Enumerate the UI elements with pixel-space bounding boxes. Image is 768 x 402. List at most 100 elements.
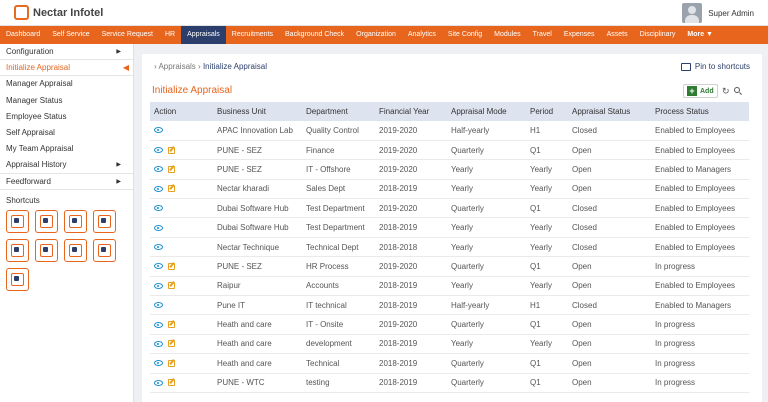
pin-to-shortcuts-button[interactable]: Pin to shortcuts [680, 62, 750, 71]
page-title: Initialize Appraisal [152, 85, 233, 96]
table-cell: development [302, 334, 375, 355]
table-row: Raipur Accounts 2018-2019 Yearly Yearly Open E… [150, 276, 749, 297]
shortcut-button[interactable] [6, 238, 29, 262]
nav-item-appraisals[interactable]: Appraisals [181, 26, 226, 44]
sidebar-item-appraisal-history[interactable]: Appraisal History ▶ [0, 157, 133, 174]
shortcut-button[interactable] [35, 209, 58, 233]
nav-item-background-check[interactable]: Background Check [279, 26, 350, 44]
shortcuts-grid [0, 209, 133, 291]
add-button[interactable]: + Add [683, 84, 718, 98]
column-header-business-unit[interactable]: Business Unit [213, 102, 302, 121]
view-icon[interactable] [154, 379, 163, 386]
table-cell: 2019-2020 [375, 121, 447, 141]
table-cell: Yearly [526, 334, 568, 355]
table-cell: 2018-2019 [375, 179, 447, 200]
table-cell: Open [568, 159, 651, 180]
edit-icon[interactable] [168, 379, 175, 387]
table-cell: Quality Control [302, 121, 375, 141]
nav-more-button[interactable]: More ▼ [681, 26, 719, 44]
action-cell [150, 198, 213, 219]
nav-item-hr[interactable]: HR [159, 26, 181, 44]
table-cell: 2018-2019 [375, 217, 447, 238]
nav-item-dashboard[interactable]: Dashboard [0, 26, 46, 44]
top-nav: Dashboard Self Service Service Request HR Ap… [0, 26, 768, 44]
nav-item-disciplinary[interactable]: Disciplinary [634, 26, 682, 44]
shortcut-button[interactable] [6, 209, 29, 233]
edit-icon[interactable] [168, 146, 175, 154]
view-icon[interactable] [154, 205, 163, 212]
action-cell [150, 217, 213, 238]
sidebar-item-self-appraisal[interactable]: Self Appraisal [0, 125, 133, 141]
view-icon[interactable] [154, 185, 163, 192]
table-cell: Closed [568, 217, 651, 238]
nav-item-expenses[interactable]: Expenses [558, 26, 601, 44]
edit-icon[interactable] [168, 359, 175, 367]
column-header-department[interactable]: Department [302, 102, 375, 121]
nav-item-self-service[interactable]: Self Service [46, 26, 95, 44]
row-actions [154, 146, 213, 154]
column-header-financial-year[interactable]: Financial Year [375, 102, 447, 121]
sidebar-item-feedforward[interactable]: Feedforward ▶ [0, 174, 133, 190]
shortcut-button[interactable] [6, 267, 29, 291]
view-icon[interactable] [154, 263, 163, 270]
boxes-icon [69, 214, 82, 228]
sidebar-item-my-team-appraisal[interactable]: My Team Appraisal [0, 141, 133, 157]
table-cell: In progress [651, 314, 749, 335]
team-icon [98, 214, 111, 228]
shortcut-button[interactable] [35, 238, 58, 262]
view-icon[interactable] [154, 360, 163, 367]
column-header-appraisal-mode[interactable]: Appraisal Mode [447, 102, 526, 121]
column-header-period[interactable]: Period [526, 102, 568, 121]
view-icon[interactable] [154, 147, 163, 154]
sidebar-item-manager-appraisal[interactable]: Manager Appraisal [0, 76, 133, 92]
table-cell: testing [302, 373, 375, 393]
edit-icon[interactable] [168, 321, 175, 329]
table-cell: 2019-2020 [375, 256, 447, 277]
view-icon[interactable] [154, 302, 163, 309]
view-icon[interactable] [154, 224, 163, 231]
shortcut-button[interactable] [64, 209, 87, 233]
edit-icon[interactable] [168, 282, 175, 290]
nav-item-recruitments[interactable]: Recruitments [226, 26, 279, 44]
table-cell: Open [568, 179, 651, 200]
view-icon[interactable] [154, 340, 163, 347]
view-icon[interactable] [154, 321, 163, 328]
column-header-appraisal-status[interactable]: Appraisal Status [568, 102, 651, 121]
action-cell [150, 334, 213, 355]
sidebar-item-employee-status[interactable]: Employee Status [0, 109, 133, 125]
search-icon[interactable] [734, 87, 742, 96]
nav-item-analytics[interactable]: Analytics [402, 26, 442, 44]
table-cell: IT - Onsite [302, 314, 375, 335]
column-header-action[interactable]: Action [150, 102, 213, 121]
nav-item-assets[interactable]: Assets [601, 26, 634, 44]
sidebar-item-initialize-appraisal[interactable]: Initialize Appraisal ◀ [0, 60, 133, 77]
sidebar-item-manager-status[interactable]: Manager Status [0, 93, 133, 109]
shortcut-button[interactable] [64, 238, 87, 262]
nav-item-service-request[interactable]: Service Request [96, 26, 159, 44]
edit-icon[interactable] [168, 340, 175, 348]
logo[interactable]: Nectar Infotel [14, 5, 103, 20]
column-header-process-status[interactable]: Process Status [651, 102, 749, 121]
nav-item-travel[interactable]: Travel [527, 26, 558, 44]
nav-item-modules[interactable]: Modules [488, 26, 526, 44]
edit-icon[interactable] [168, 185, 175, 193]
view-icon[interactable] [154, 282, 163, 289]
table-cell: Heath and care [213, 353, 302, 374]
edit-icon[interactable] [168, 165, 175, 173]
view-icon[interactable] [154, 244, 163, 251]
search-user-icon [11, 214, 24, 228]
nav-item-site-config[interactable]: Site Config [442, 26, 488, 44]
row-actions [154, 165, 213, 173]
sidebar-item-configuration[interactable]: Configuration ▶ [0, 44, 133, 61]
table-cell: Yearly [526, 217, 568, 238]
shortcut-button[interactable] [93, 209, 116, 233]
shortcut-button[interactable] [93, 238, 116, 262]
user-menu[interactable]: Super Admin [682, 3, 754, 23]
view-icon[interactable] [154, 127, 163, 134]
view-icon[interactable] [154, 166, 163, 173]
edit-icon[interactable] [168, 262, 175, 270]
nav-item-organization[interactable]: Organization [350, 26, 402, 44]
action-cell [150, 295, 213, 316]
breadcrumb-parent[interactable]: Appraisals [158, 62, 195, 71]
refresh-icon[interactable]: ↻ [722, 86, 730, 97]
